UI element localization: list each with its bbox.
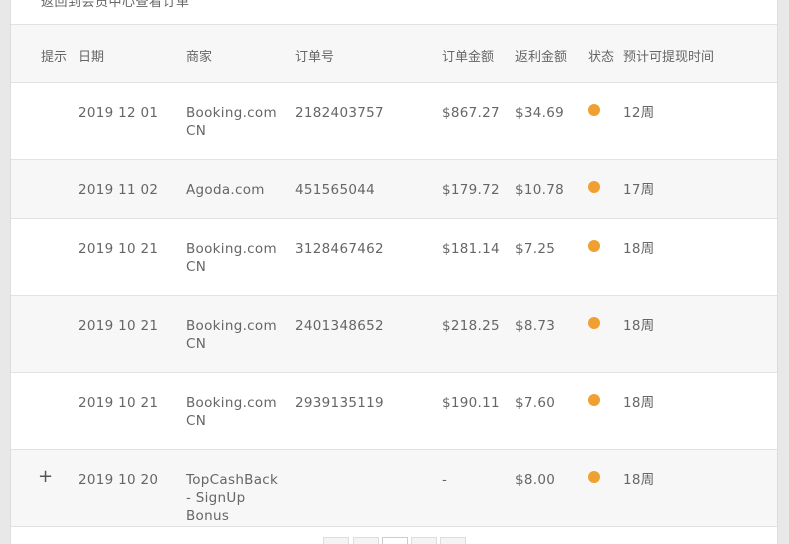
row-order-amount: - [442,472,448,488]
row-rebate-amount: $8.00 [515,472,556,488]
row-status [588,471,600,483]
table-row: 2019 10 21 Booking.com CN 2939135119 $190.1… [11,373,777,450]
header-order-number: 订单号 [295,50,335,65]
row-withdraw-time: 18周 [623,318,655,334]
row-hint-expand[interactable]: + [38,468,53,486]
table-row: 2019 10 21 Booking.com CN 2401348652 $218.2… [11,296,777,373]
row-order-amount: $218.25 [442,318,500,334]
header-order-amount: 订单金额 [442,50,495,65]
row-rebate-amount: $10.78 [515,182,565,198]
row-order-amount: $867.27 [442,105,500,121]
row-rebate-amount: $7.25 [515,241,556,257]
row-status [588,240,600,252]
header-merchant: 商家 [186,50,213,65]
row-status [588,317,600,329]
top-caption: 返回到会员中心查看订单 [41,0,190,10]
page-current-button[interactable] [382,537,408,544]
row-rebate-amount: $34.69 [515,105,565,121]
row-withdraw-time: 18周 [623,472,655,488]
row-date: 2019 11 02 [78,182,159,198]
row-date: 2019 10 20 [78,472,159,488]
status-dot-icon [588,394,600,406]
row-merchant: Agoda.com [186,182,265,198]
row-withdraw-time: 17周 [623,182,655,198]
row-order-number: 3128467462 [295,241,384,257]
row-merchant: TopCashBack - SignUp Bonus [186,472,279,524]
status-dot-icon [588,240,600,252]
row-date: 2019 10 21 [78,395,159,411]
row-order-amount: $179.72 [442,182,500,198]
row-withdraw-time: 18周 [623,241,655,257]
row-merchant: Booking.com CN [186,395,277,429]
status-dot-icon [588,317,600,329]
row-withdraw-time: 18周 [623,395,655,411]
row-order-amount: $190.11 [442,395,500,411]
table-row: 2019 11 02 Agoda.com 451565044 $179.72 $10.7… [11,160,777,219]
status-dot-icon [588,471,600,483]
row-date: 2019 12 01 [78,105,159,121]
row-rebate-amount: $8.73 [515,318,556,334]
row-order-number: 2401348652 [295,318,384,334]
table-header: 提示 日期 商家 订单号 订单金额 返利金额 状态 预计可提现时间 [11,24,777,83]
page-button[interactable] [353,537,379,544]
table-row: 2019 12 01 Booking.com CN 2182403757 $867.2… [11,83,777,160]
table-row: +2019 10 20 TopCashBack - SignUp Bonus - $8… [11,450,777,527]
row-date: 2019 10 21 [78,318,159,334]
page-prev-button[interactable] [323,537,349,544]
header-rebate-amount: 返利金额 [515,50,568,65]
row-order-amount: $181.14 [442,241,500,257]
row-merchant: Booking.com CN [186,241,277,275]
row-status [588,104,600,116]
row-status [588,181,600,193]
row-date: 2019 10 21 [78,241,159,257]
row-merchant: Booking.com CN [186,105,277,139]
row-withdraw-time: 12周 [623,105,655,121]
header-withdraw-time: 预计可提现时间 [623,50,715,65]
row-order-number: 2182403757 [295,105,384,121]
row-order-number: 451565044 [295,182,376,198]
header-status: 状态 [588,50,615,65]
page-button[interactable] [411,537,437,544]
row-rebate-amount: $7.60 [515,395,556,411]
row-merchant: Booking.com CN [186,318,277,352]
row-order-number: 2939135119 [295,395,384,411]
header-hint: 提示 [41,50,68,65]
table-row: 2019 10 21 Booking.com CN 3128467462 $181.1… [11,219,777,296]
orders-panel: 返回到会员中心查看订单 提示 日期 商家 订单号 订单金额 返利金额 状态 预计… [10,0,778,544]
row-status [588,394,600,406]
status-dot-icon [588,104,600,116]
header-date: 日期 [78,50,105,65]
page-next-button[interactable] [440,537,466,544]
status-dot-icon [588,181,600,193]
